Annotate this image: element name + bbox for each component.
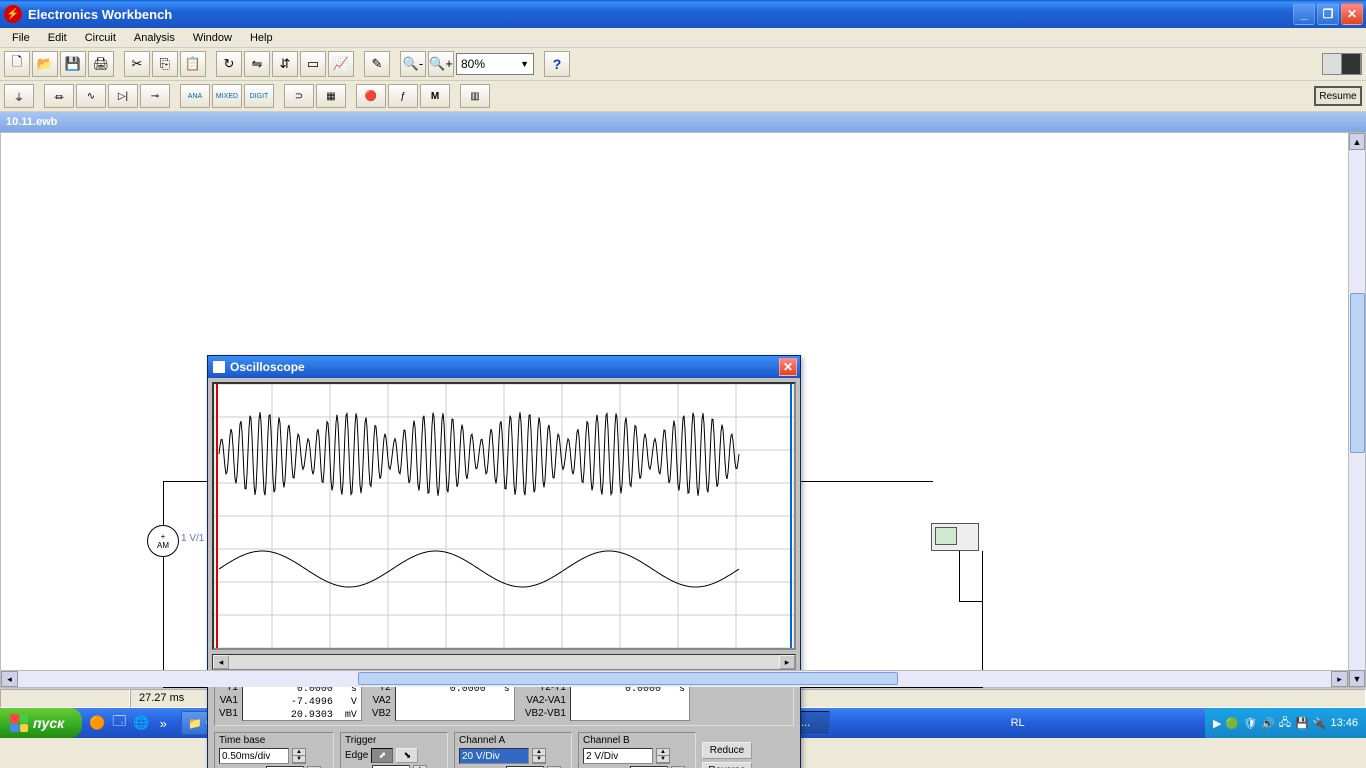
mixed-icon[interactable]: MIXED <box>212 84 242 108</box>
trigger-group: Trigger Edge⬈⬊ Level0.00▲▼ Auto A B Ext <box>340 732 448 768</box>
schematic-canvas[interactable]: +AM 1 V/1 Oscilloscope ✕ ◂▸ <box>0 132 1366 688</box>
paste-icon[interactable]: 📋 <box>180 51 206 77</box>
edge-rise-icon[interactable]: ⬈ <box>371 748 393 763</box>
timebase-group: Time base 0.50ms/div▲▼ X position0.00▲▼ … <box>214 732 334 768</box>
oscilloscope-titlebar[interactable]: Oscilloscope ✕ <box>208 356 800 378</box>
ql-icon[interactable]: 🗔 <box>110 714 128 732</box>
chb-scale[interactable]: 2 V/Div <box>583 748 653 764</box>
edge-fall-icon[interactable]: ⬊ <box>396 748 418 763</box>
menu-help[interactable]: Help <box>242 30 281 46</box>
menu-window[interactable]: Window <box>185 30 240 46</box>
vscrollbar[interactable]: ▲▼ <box>1348 133 1365 687</box>
diode-icon[interactable]: ▷| <box>108 84 138 108</box>
tray-icon[interactable]: 🟢 <box>1225 717 1239 730</box>
toolbar-main: 🗋 📂 💾 🖨 ✂ ⎘ 📋 ↻ ⇋ ⇵ ▭ 📈 ✎ 🔍- 🔍+ 80%▼ ? <box>0 48 1366 81</box>
start-button[interactable]: пуск <box>0 708 82 738</box>
basic-icon[interactable]: ⏛ <box>44 84 74 108</box>
menu-analysis[interactable]: Analysis <box>126 30 183 46</box>
readout-diff: 0.0000 s <box>570 681 690 721</box>
document-titlebar: 10.11.ewb <box>0 112 1366 132</box>
probe-icon[interactable]: ✎ <box>364 51 390 77</box>
transistor-icon[interactable]: ⊸ <box>140 84 170 108</box>
misc2-icon[interactable]: M <box>420 84 450 108</box>
open-icon[interactable]: 📂 <box>32 51 58 77</box>
oscilloscope-window: Oscilloscope ✕ ◂▸ T1VA1VB1 0.000 <box>207 355 801 768</box>
menu-file[interactable]: File <box>4 30 38 46</box>
reverse-button[interactable]: Reverse <box>702 762 752 768</box>
tray-icon[interactable]: 🔊 <box>1261 717 1275 730</box>
system-tray[interactable]: ▶ 🟢 🛡 🔊 🖧 💾 🔌 13:46 <box>1205 708 1366 738</box>
new-icon[interactable]: 🗋 <box>4 51 30 77</box>
app-title: Electronics Workbench <box>28 7 172 22</box>
ql-icon[interactable]: 🟠 <box>88 714 106 732</box>
tray-icon[interactable]: 💾 <box>1295 717 1309 730</box>
channel-b-group: Channel B 2 V/Div▲▼ Y position1.60▲▼ AC … <box>578 732 696 768</box>
oscilloscope-display[interactable] <box>212 382 796 650</box>
windows-logo-icon <box>10 714 28 732</box>
tray-icon[interactable]: ▶ <box>1213 717 1221 730</box>
readout-t2: 0.0000 s <box>395 681 515 721</box>
tray-icon[interactable]: 🖧 <box>1279 714 1291 733</box>
ic-icon[interactable]: ▦ <box>316 84 346 108</box>
cha-scale[interactable]: 20 V/Div <box>459 748 529 764</box>
minimize-button[interactable]: _ <box>1293 3 1315 25</box>
indicator-icon[interactable]: 🔴 <box>356 84 386 108</box>
tray-clock[interactable]: 13:46 <box>1330 717 1358 729</box>
instrument-icon[interactable]: ▥ <box>460 84 490 108</box>
cut-icon[interactable]: ✂ <box>124 51 150 77</box>
language-indicator[interactable]: RL <box>1001 717 1035 729</box>
tray-icon[interactable]: 🛡 <box>1243 717 1257 730</box>
readout-t1: 0.0000 s -7.4996 V 20.9303 mV <box>242 681 362 721</box>
window-titlebar: ⚡ Electronics Workbench _ ❐ ✕ <box>0 0 1366 28</box>
graph-icon[interactable]: 📈 <box>328 51 354 77</box>
oscilloscope-node[interactable] <box>931 523 979 551</box>
rotate-icon[interactable]: ↻ <box>216 51 242 77</box>
logic-icon[interactable]: ⊃ <box>284 84 314 108</box>
fliph-icon[interactable]: ⇋ <box>244 51 270 77</box>
sources-icon[interactable]: ⏚ <box>4 84 34 108</box>
zoom-select[interactable]: 80%▼ <box>456 53 534 75</box>
help-button[interactable]: ? <box>544 51 570 77</box>
save-icon[interactable]: 💾 <box>60 51 86 77</box>
channel-a-group: Channel A 20 V/Div▲▼ Y position-0.80▲▼ A… <box>454 732 572 768</box>
menu-circuit[interactable]: Circuit <box>77 30 124 46</box>
oscilloscope-controls: Time base 0.50ms/div▲▼ X position0.00▲▼ … <box>214 732 794 768</box>
timebase-scale[interactable]: 0.50ms/div <box>219 748 289 764</box>
app-icon: ⚡ <box>4 5 22 23</box>
oscilloscope-close-button[interactable]: ✕ <box>779 358 797 376</box>
power-switch[interactable] <box>1322 53 1362 75</box>
zoomin-icon[interactable]: 🔍+ <box>428 51 454 77</box>
document-title: 10.11.ewb <box>6 116 57 128</box>
flipv-icon[interactable]: ⇵ <box>272 51 298 77</box>
tray-icon[interactable]: 🔌 <box>1313 717 1327 730</box>
resume-button[interactable]: Resume <box>1314 86 1362 106</box>
menu-edit[interactable]: Edit <box>40 30 75 46</box>
am-source-node[interactable]: +AM <box>147 525 179 557</box>
ql-chevron-icon[interactable]: » <box>154 714 172 732</box>
print-icon[interactable]: 🖨 <box>88 51 114 77</box>
misc1-icon[interactable]: ƒ <box>388 84 418 108</box>
copy-icon[interactable]: ⎘ <box>152 51 178 77</box>
analog-icon[interactable]: ANA <box>180 84 210 108</box>
toolbar-components: ⏚ ⏛ ∿ ▷| ⊸ ANA MIXED DIGIT ⊃ ▦ 🔴 ƒ M ▥ R… <box>0 81 1366 112</box>
oscilloscope-hscroll[interactable]: ◂▸ <box>212 654 796 670</box>
digital-icon[interactable]: DIGIT <box>244 84 274 108</box>
quicklaunch: 🟠 🗔 🌐 » <box>88 714 172 732</box>
ql-icon[interactable]: 🌐 <box>132 714 150 732</box>
oscilloscope-icon <box>213 361 225 373</box>
close-button[interactable]: ✕ <box>1341 3 1363 25</box>
reduce-button[interactable]: Reduce <box>702 742 752 759</box>
subckt-icon[interactable]: ▭ <box>300 51 326 77</box>
resistor-icon[interactable]: ∿ <box>76 84 106 108</box>
voltage-label: 1 V/1 <box>181 533 204 544</box>
timebase-spinner[interactable]: ▲▼ <box>292 748 306 764</box>
maximize-button[interactable]: ❐ <box>1317 3 1339 25</box>
hscrollbar[interactable]: ◂▸ <box>1 670 1348 687</box>
menubar: File Edit Circuit Analysis Window Help <box>0 28 1366 48</box>
zoomout-icon[interactable]: 🔍- <box>400 51 426 77</box>
